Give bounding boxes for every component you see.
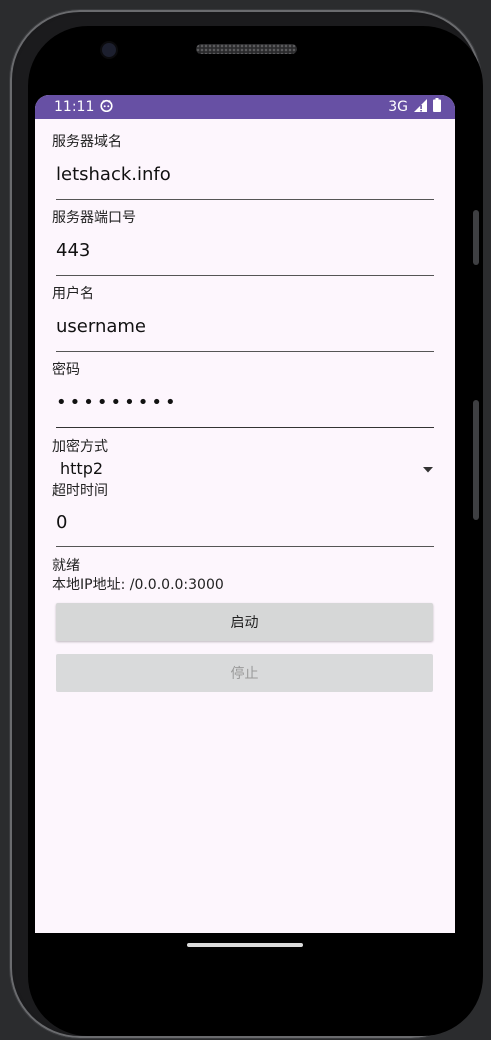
server-port-field[interactable] bbox=[56, 227, 434, 276]
power-button bbox=[473, 400, 479, 520]
app-screen: 11:11 3G 服务器域名 letshack.info 服务器端口号 443 … bbox=[35, 95, 455, 933]
settings-form: 服务器域名 服务器端口号 用户名 密码 加密方式 http2 超时时间 bbox=[35, 119, 455, 692]
earpiece-speaker bbox=[196, 44, 297, 54]
server-domain-input[interactable] bbox=[56, 151, 434, 197]
timeout-input[interactable] bbox=[56, 500, 434, 544]
server-domain-label: 服务器域名 bbox=[52, 134, 122, 150]
home-gesture-bar[interactable] bbox=[187, 943, 303, 947]
password-input[interactable] bbox=[56, 379, 434, 425]
encryption-selected: http2 bbox=[60, 458, 104, 478]
front-camera bbox=[102, 43, 116, 57]
password-label: 密码 bbox=[52, 362, 80, 378]
status-bar: 11:11 3G bbox=[35, 95, 455, 119]
username-input[interactable] bbox=[56, 303, 434, 349]
start-button[interactable]: 启动 bbox=[56, 603, 433, 641]
username-label: 用户名 bbox=[52, 286, 94, 302]
signal-icon bbox=[414, 98, 427, 116]
status-time: 11:11 bbox=[54, 99, 95, 115]
dropdown-arrow-icon[interactable] bbox=[422, 459, 434, 478]
username-field[interactable] bbox=[56, 303, 434, 352]
stop-button[interactable]: 停止 bbox=[56, 654, 433, 692]
encryption-dropdown[interactable]: http2 bbox=[60, 457, 434, 479]
server-port-label: 服务器端口号 bbox=[52, 210, 136, 226]
server-port-input[interactable] bbox=[56, 227, 434, 273]
status-state: 就绪 bbox=[52, 558, 80, 574]
password-field[interactable] bbox=[56, 379, 434, 428]
timeout-field[interactable] bbox=[56, 500, 434, 547]
encryption-label: 加密方式 bbox=[52, 439, 108, 455]
network-type: 3G bbox=[388, 99, 408, 115]
server-domain-field[interactable] bbox=[56, 151, 434, 200]
battery-icon bbox=[433, 98, 441, 116]
timeout-label: 超时时间 bbox=[52, 483, 108, 499]
local-ip-address: 本地IP地址: /0.0.0.0:3000 bbox=[52, 577, 224, 593]
android-face-icon bbox=[100, 99, 113, 116]
volume-button bbox=[473, 210, 479, 265]
